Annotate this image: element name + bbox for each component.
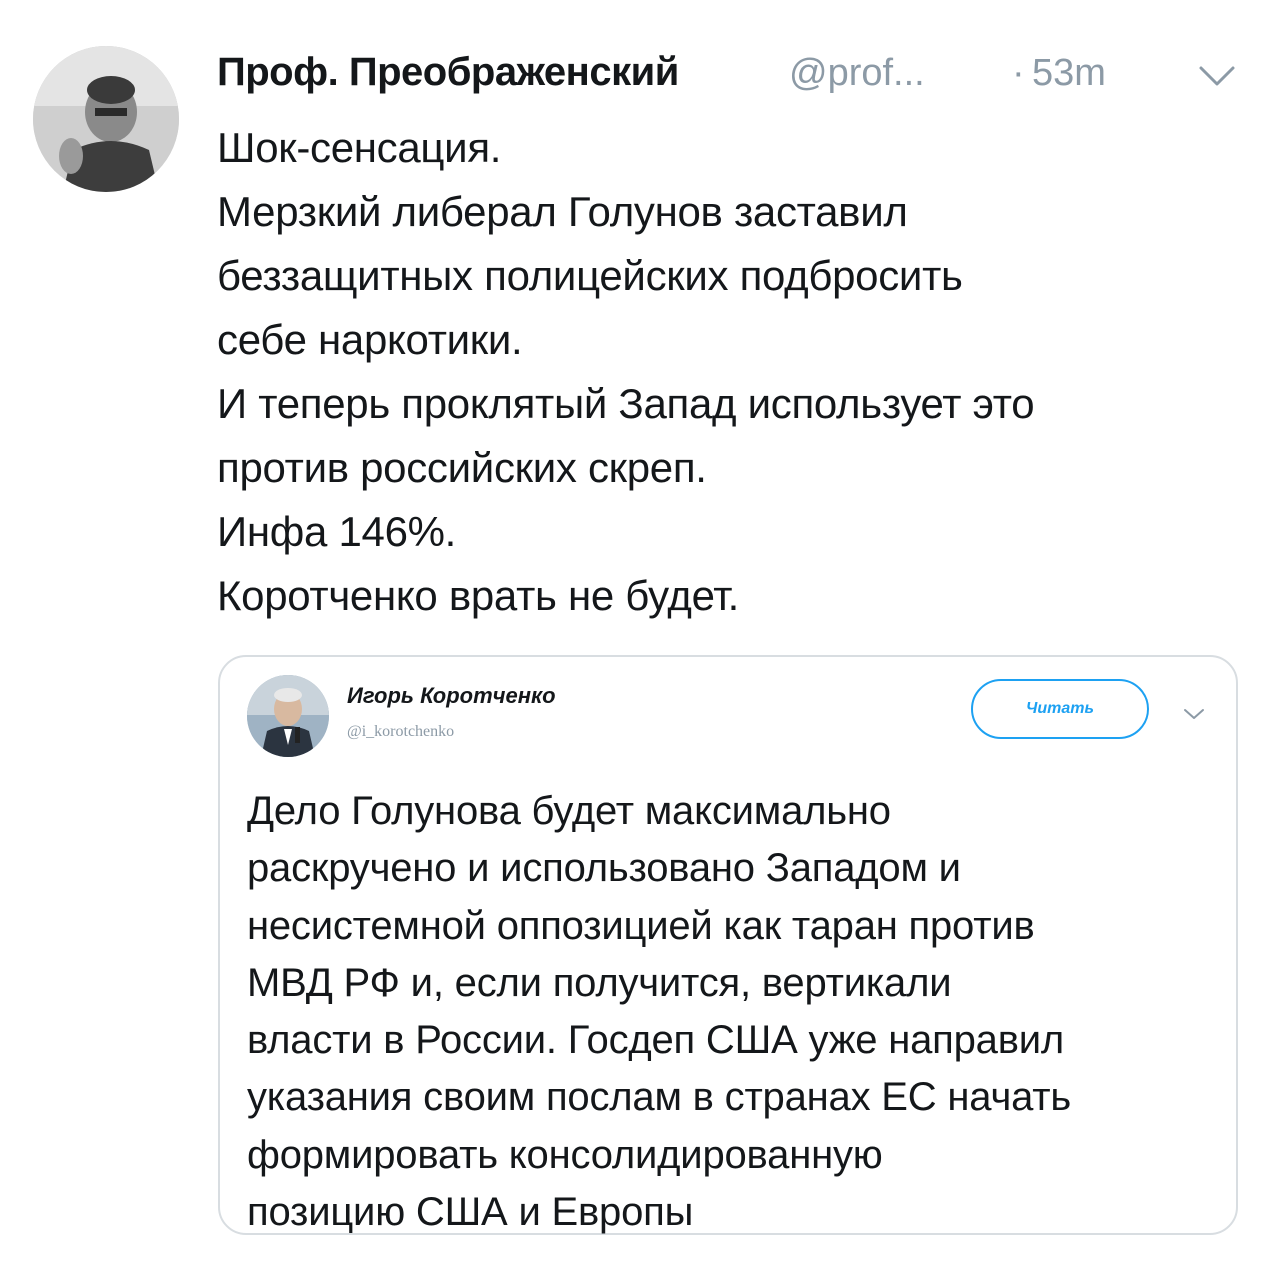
chevron-down-icon bbox=[1184, 709, 1204, 719]
tweet-text-line: беззащитных полицейских подбросить bbox=[217, 252, 963, 299]
tweet-header: Проф. Преображенский @prof... · 53m bbox=[217, 50, 1247, 100]
author-handle[interactable]: @prof... bbox=[789, 52, 925, 95]
profile-photo-icon bbox=[33, 46, 179, 192]
quoted-text-line: Дело Голунова будет максимально bbox=[247, 789, 891, 833]
tweet-text-line: против российских скреп. bbox=[217, 444, 707, 491]
quoted-text-line: указания своим послам в странах ЕС начат… bbox=[247, 1075, 1072, 1120]
quoted-text-line: позицию США и Европы bbox=[247, 1190, 694, 1235]
tweet-text-line: Инфа 146%. bbox=[217, 508, 457, 555]
quoted-tweet-body: Дело Голунова будет максимально раскруче… bbox=[247, 783, 1227, 1241]
chevron-down-icon bbox=[1199, 66, 1235, 86]
quoted-author-avatar[interactable] bbox=[247, 675, 329, 757]
separator-dot: · bbox=[1012, 52, 1025, 94]
tweet-text-line: Мерзкий либерал Голунов заставил bbox=[217, 188, 908, 235]
quoted-text-line: формировать консолидированную bbox=[247, 1132, 883, 1177]
quoted-author-name[interactable]: Игорь Коротченко bbox=[347, 683, 556, 709]
tweet-timestamp[interactable]: 53m bbox=[1032, 52, 1106, 95]
tweet-text-line: И теперь проклятый Запад использует это bbox=[217, 380, 1035, 427]
profile-photo-icon bbox=[247, 675, 329, 757]
quoted-text-line: несистемной оппозицией как таран против bbox=[247, 903, 1035, 948]
tweet-text-line: Шок-сенсация. bbox=[217, 124, 502, 171]
quoted-tweet-card[interactable]: Игорь Коротченко @i_korotchenko Читать Д… bbox=[218, 655, 1238, 1235]
author-name[interactable]: Проф. Преображенский bbox=[217, 50, 679, 95]
quoted-text-line: власти в России. Госдеп США уже направил bbox=[247, 1018, 1065, 1063]
follow-button[interactable]: Читать bbox=[971, 679, 1149, 739]
author-avatar[interactable] bbox=[33, 46, 179, 192]
tweet-text-line: себе наркотики. bbox=[217, 316, 523, 363]
tweet-body: Шок-сенсация. Мерзкий либерал Голунов за… bbox=[217, 116, 1247, 628]
quoted-author-handle[interactable]: @i_korotchenko bbox=[347, 723, 454, 741]
quoted-tweet-menu-button[interactable] bbox=[1182, 705, 1206, 723]
tweet-menu-button[interactable] bbox=[1197, 58, 1237, 94]
quoted-text-line: МВД РФ и, если получится, вертикали bbox=[247, 960, 952, 1005]
quoted-text-line: раскручено и использовано Западом и bbox=[247, 846, 961, 891]
tweet-text-line: Коротченко врать не будет. bbox=[217, 572, 739, 619]
